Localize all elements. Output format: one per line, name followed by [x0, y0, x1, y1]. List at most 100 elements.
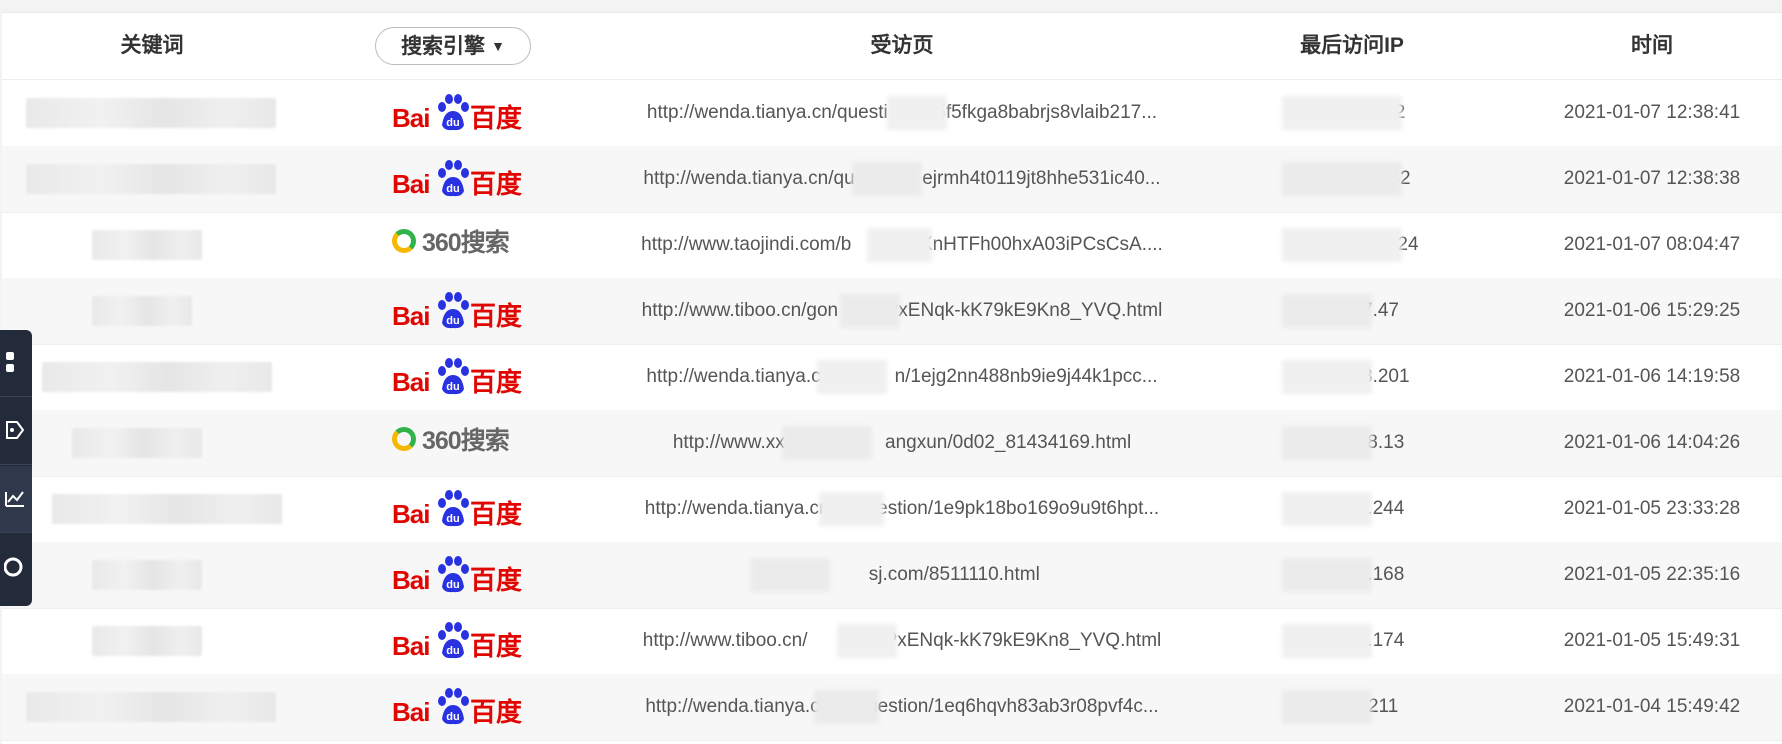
time-cell: 2021-01-05 23:33:28 [1563, 498, 1741, 519]
search-engine-cell: Bai du 百度 [302, 80, 602, 146]
time-cell: 2021-01-05 15:49:31 [1563, 630, 1741, 651]
visited-page-link[interactable]: http://www.tiboo.cn/gonxxxxxPxENqk-kK79k… [602, 278, 1202, 344]
sidebar-tag[interactable] [0, 398, 32, 465]
redacted-ip-part [1282, 624, 1372, 658]
time-cell: 2021-01-07 12:38:38 [1563, 168, 1741, 189]
svg-text:du: du [446, 711, 459, 723]
search-engine-cell: Bai du 百度 [302, 476, 602, 542]
visited-page-link[interactable]: https://xxxxxsj.com/8511110.html [602, 542, 1202, 608]
redacted-url-part [867, 228, 932, 262]
redacted-ip-part [1282, 294, 1372, 328]
so360-logo-text: 360搜索 [422, 427, 510, 455]
sidebar-record[interactable] [0, 534, 32, 600]
redacted-keyword [26, 164, 276, 194]
tag-icon [6, 421, 25, 439]
table-row: Bai du 百度 http://www.tiboo.cn/gonxxxxxPxENq… [2, 278, 1782, 345]
baidu-logo-cn: 百度 [470, 103, 523, 133]
svg-text:du: du [446, 315, 459, 327]
redacted-keyword [92, 560, 202, 590]
grid-icon [6, 352, 14, 372]
baidu-paw-icon: du [438, 160, 469, 197]
baidu-logo: Bai du 百度 [392, 687, 522, 727]
floating-sidebar [0, 330, 32, 606]
sidebar-trend[interactable] [0, 466, 32, 533]
time-cell: 2021-01-07 12:38:41 [1563, 102, 1741, 123]
search-engine-filter-button[interactable]: 搜索引擎 ▼ [375, 27, 531, 65]
redacted-ip-part [1282, 228, 1402, 262]
baidu-logo-cn: 百度 [470, 301, 523, 331]
search-engine-cell: Bai du 百度 [302, 674, 602, 740]
redacted-keyword [92, 626, 202, 656]
visited-page-link[interactable]: http://wenda.tianya.cnxxxxxestion/1e9pk1… [602, 476, 1202, 542]
caret-down-icon: ▼ [491, 38, 505, 54]
redacted-keyword [92, 230, 202, 260]
baidu-logo-cn: 百度 [470, 631, 523, 661]
redacted-url-part [837, 624, 897, 658]
visited-page-link[interactable]: http://www.xxcmw.cxxxxxangxun/0d02_81434… [602, 410, 1202, 476]
redacted-ip-part [1282, 426, 1372, 460]
search-engine-cell: 360搜索 [302, 212, 602, 278]
table-row: Baidu百度http://wenda.tianya.cn/quesxxxxxe… [2, 146, 1782, 213]
baidu-logo: Bai du 百度 [392, 93, 522, 133]
redacted-url-part [840, 294, 900, 328]
redacted-keyword [42, 362, 272, 392]
svg-text:du: du [446, 645, 459, 657]
table-row: Baidu百度http://wenda.tianya.cn/questixxxx… [2, 80, 1782, 147]
time-cell: 2021-01-06 14:19:58 [1563, 366, 1741, 387]
visited-page-link[interactable]: http://www.tiboo.cn/xxxxxe/HPxENqk-kK79k… [602, 608, 1202, 674]
sidebar-grid[interactable] [0, 330, 32, 397]
baidu-logo-cn: 百度 [470, 367, 523, 397]
search-engine-cell: Bai du 百度 [302, 344, 602, 410]
table-row: Bai du 百度 http://wenda.tianya.cxxxxxuestion… [2, 674, 1782, 741]
baidu-logo-bai: Bai [392, 631, 430, 661]
baidu-logo-cn: 百度 [470, 565, 523, 595]
baidu-paw-icon: du [438, 292, 469, 329]
table-header: 关键词 搜索引擎 ▼ 受访页 最后访问IP 时间 [2, 13, 1782, 80]
header-keyword: 关键词 [120, 34, 184, 57]
redacted-url-part [817, 360, 887, 394]
search-engine-cell: Bai du 百度 [302, 278, 602, 344]
baidu-paw-icon: du [438, 94, 469, 131]
search-engine-cell: Bai du 百度 [302, 542, 602, 608]
baidu-logo-bai: Bai [392, 499, 430, 529]
header-visited-page: 受访页 [870, 34, 934, 57]
svg-text:du: du [446, 183, 459, 195]
so360-logo-text: 360搜索 [422, 229, 510, 257]
visited-page-link[interactable]: http://wenda.tianya.cn/qxxxxxn/1ejg2nn48… [602, 344, 1202, 410]
visits-table: 关键词 搜索引擎 ▼ 受访页 最后访问IP 时间 Bai du 百度 http://we… [2, 12, 1782, 744]
so360-logo: 360搜索 [392, 226, 522, 262]
redacted-keyword [72, 428, 202, 458]
svg-text:du: du [446, 381, 459, 393]
svg-text:du: du [446, 513, 459, 525]
time-cell: 2021-01-07 08:04:47 [1563, 234, 1741, 255]
baidu-logo: Bai du 百度 [392, 357, 522, 397]
redacted-keyword [92, 296, 192, 326]
redacted-keyword [26, 98, 276, 128]
visited-page-link[interactable]: http://wenda.tianya.cxxxxxuestion/1eq6hq… [602, 674, 1202, 740]
search-engine-cell: Bai du 百度 [302, 608, 602, 674]
redacted-ip-part [1282, 558, 1372, 592]
search-engine-label: 搜索引擎 [401, 35, 486, 58]
time-cell: 2021-01-06 14:04:26 [1563, 432, 1741, 453]
circle-record-icon [4, 557, 23, 577]
redacted-url-part [750, 558, 830, 592]
table-row: Baidu百度https://xxxxxsj.com/8511110.htmlx… [2, 542, 1782, 609]
baidu-logo-bai: Bai [392, 367, 430, 397]
table-row: 360搜索http://www.taojindi.com/bxxxxx/-xXn… [2, 212, 1782, 279]
redacted-ip-part [1282, 360, 1372, 394]
baidu-logo: Bai du 百度 [392, 291, 522, 331]
redacted-ip-part [1282, 690, 1372, 724]
table-row: Bai du 百度 http://www.tiboo.cn/xxxxxe/HPxENq… [2, 608, 1782, 675]
header-time: 时间 [1631, 34, 1673, 57]
baidu-paw-icon: du [438, 358, 469, 395]
trend-chart-icon [5, 491, 24, 507]
redacted-url-part [887, 96, 947, 130]
baidu-logo: Bai du 百度 [392, 159, 522, 199]
baidu-logo-cn: 百度 [470, 499, 523, 529]
baidu-logo-cn: 百度 [470, 697, 523, 727]
table-row: Bai du 百度 http://wenda.tianya.cn/qxxxxxn/1e… [2, 344, 1782, 411]
redacted-ip-part [1282, 96, 1402, 130]
baidu-logo-bai: Bai [392, 301, 430, 331]
so360-ring-icon [392, 427, 416, 451]
redacted-ip-part [1282, 492, 1372, 526]
